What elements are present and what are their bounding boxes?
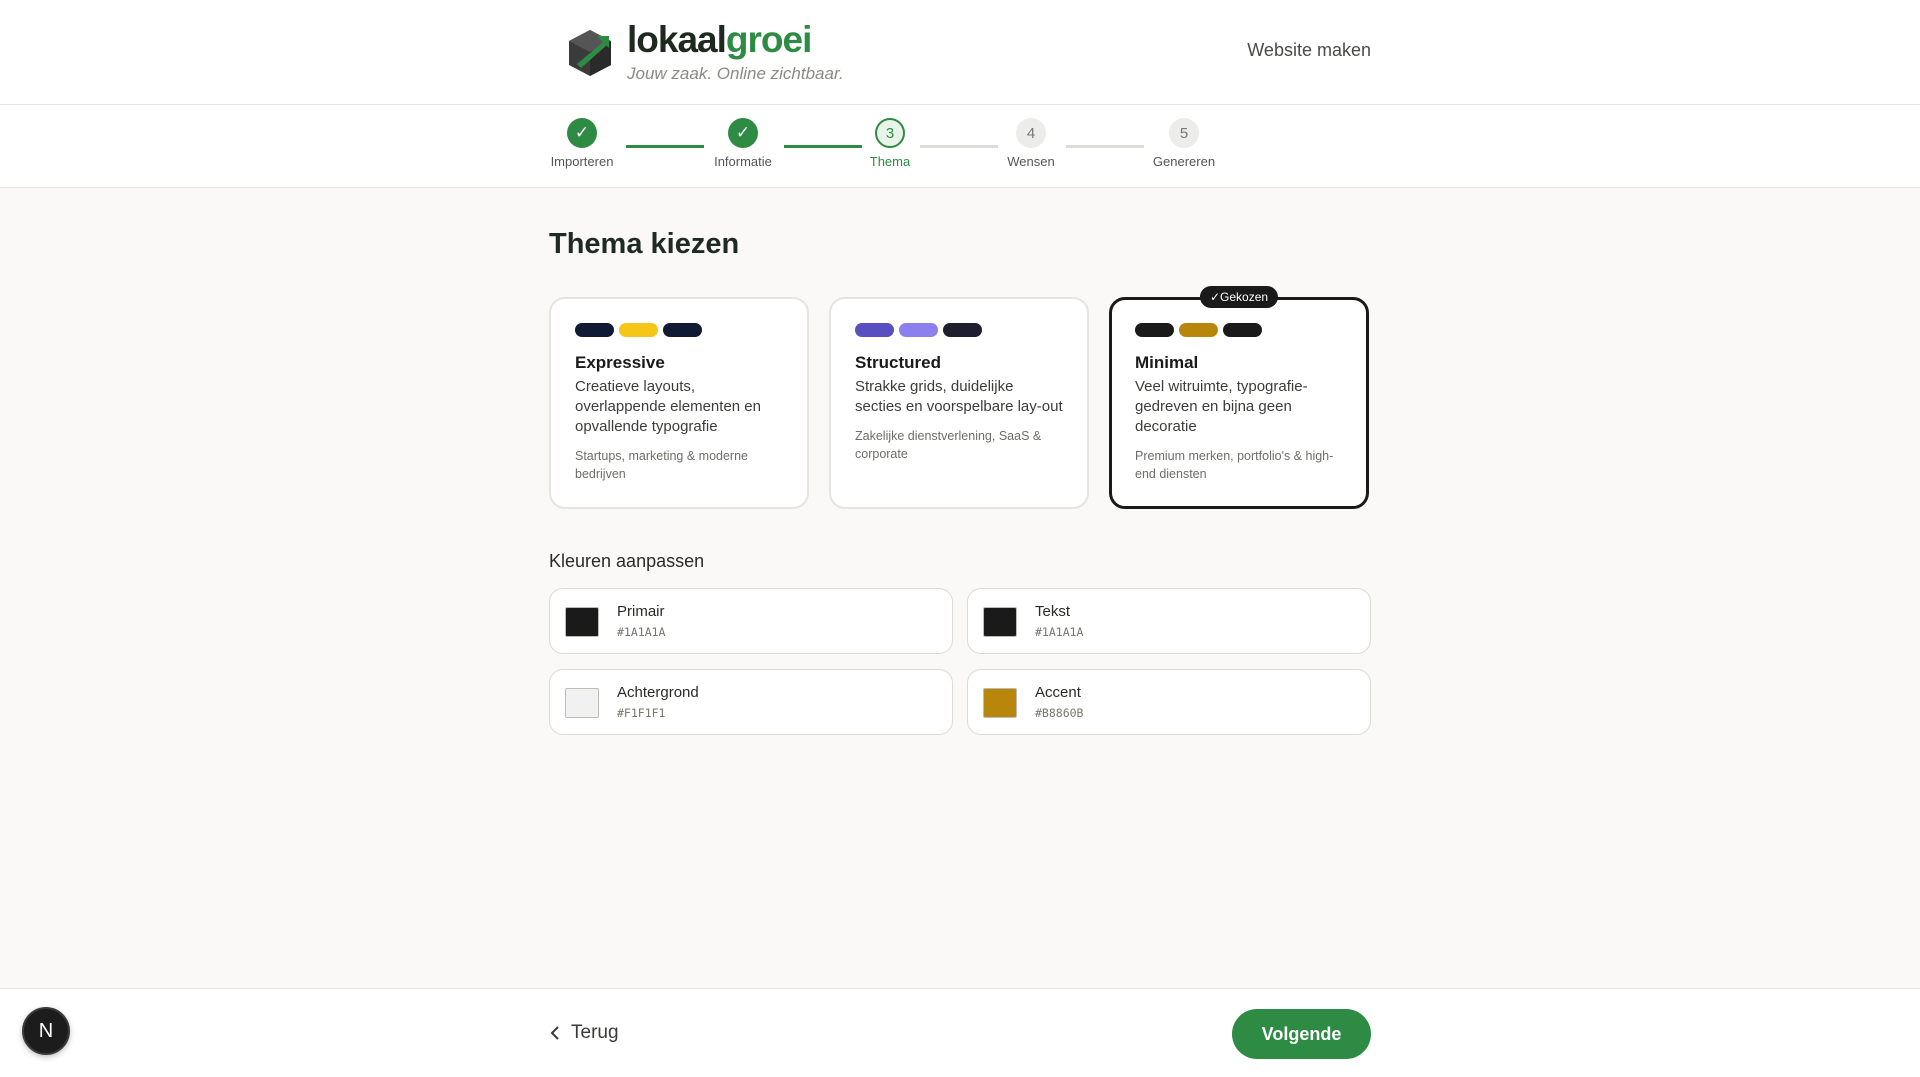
theme-name: Structured <box>855 353 941 372</box>
tagline: Jouw zaak. Online zichtbaar. <box>627 64 844 83</box>
color-swatch[interactable] <box>565 607 599 637</box>
color-swatches <box>855 323 1063 337</box>
step-importeren[interactable]: ✓ Importeren <box>522 118 642 169</box>
color-value: #1A1A1A <box>1035 625 1084 639</box>
swatch-pill <box>943 323 982 337</box>
theme-description: Creatieve layouts, overlappende elemente… <box>575 378 761 435</box>
theme-card-structured[interactable]: Structured Strakke grids, duidelijke sec… <box>829 297 1089 509</box>
website-maken-link[interactable]: Website maken <box>1247 40 1371 61</box>
swatch-pill <box>855 323 894 337</box>
color-swatch[interactable] <box>565 688 599 718</box>
color-swatch[interactable] <box>983 688 1017 718</box>
theme-card-expressive[interactable]: Expressive Creatieve layouts, overlappen… <box>549 297 809 509</box>
color-value: #1A1A1A <box>617 625 666 639</box>
check-icon: ✓ <box>728 118 758 148</box>
color-value: #B8860B <box>1035 706 1084 720</box>
step-wensen[interactable]: 4 Wensen <box>971 118 1091 169</box>
theme-description: Veel witruimte, typografie-gedreven en b… <box>1135 378 1308 435</box>
color-label: Tekst <box>1035 603 1071 620</box>
color-label: Primair <box>617 603 665 620</box>
theme-description: Strakke grids, duidelijke secties en voo… <box>855 378 1063 415</box>
step-informatie[interactable]: ✓ Informatie <box>683 118 803 169</box>
color-field-tekst[interactable]: Tekst #1A1A1A <box>967 588 1371 654</box>
check-icon: ✓ <box>567 118 597 148</box>
selected-badge: ✓Gekozen <box>1199 286 1279 308</box>
color-label: Achtergrond <box>617 684 699 701</box>
color-swatch[interactable] <box>983 607 1017 637</box>
n-badge[interactable]: N <box>22 1007 70 1055</box>
logo[interactable]: lokaalgroei Jouw zaak. Online zichtbaar. <box>567 20 844 84</box>
cube-logo-icon <box>569 30 611 76</box>
swatch-pill <box>619 323 658 337</box>
theme-use-case: Zakelijke dienstverlening, SaaS & corpor… <box>855 429 1042 461</box>
color-value: #F1F1F1 <box>617 706 666 720</box>
step-number: 5 <box>1169 118 1199 148</box>
step-label: Informatie <box>714 154 772 169</box>
color-field-accent[interactable]: Accent #B8860B <box>967 669 1371 735</box>
chevron-left-icon <box>550 1026 559 1040</box>
color-swatches <box>575 323 783 337</box>
footer-bar <box>0 988 1920 1077</box>
back-button[interactable]: Terug <box>549 1018 619 1048</box>
back-label: Terug <box>571 1022 619 1043</box>
header: lokaalgroei Jouw zaak. Online zichtbaar.… <box>0 0 1920 105</box>
page-title: Thema kiezen <box>549 228 740 260</box>
theme-use-case: Startups, marketing & moderne bedrijven <box>575 449 748 481</box>
swatch-pill <box>899 323 938 337</box>
step-number: 3 <box>875 118 905 148</box>
step-label: Importeren <box>550 154 614 169</box>
theme-card-minimal[interactable]: ✓Gekozen Minimal Veel witruimte, typogra… <box>1109 286 1369 509</box>
colors-heading: Kleuren aanpassen <box>549 551 705 571</box>
color-label: Accent <box>1035 684 1081 701</box>
step-label: Genereren <box>1152 154 1216 169</box>
color-field-achtergrond[interactable]: Achtergrond #F1F1F1 <box>549 669 953 735</box>
theme-name: Minimal <box>1135 353 1199 372</box>
swatch-pill <box>1179 323 1218 337</box>
theme-use-case: Premium merken, portfolio's & high-end d… <box>1135 449 1334 481</box>
step-number: 4 <box>1016 118 1046 148</box>
color-swatches <box>1135 323 1343 337</box>
swatch-pill <box>1135 323 1174 337</box>
step-genereren[interactable]: 5 Genereren <box>1124 118 1244 169</box>
brand-name: lokaalgroei <box>627 19 812 60</box>
step-thema[interactable]: 3 Thema <box>830 118 950 169</box>
progress-stepper: ✓ Importeren ✓ Informatie 3 Thema 4 Wens… <box>0 105 1920 188</box>
swatch-pill <box>663 323 702 337</box>
step-label: Wensen <box>1007 154 1055 169</box>
swatch-pill <box>575 323 614 337</box>
theme-name: Expressive <box>575 353 665 372</box>
color-field-primair[interactable]: Primair #1A1A1A <box>549 588 953 654</box>
step-label: Thema <box>869 154 911 169</box>
next-button[interactable]: Volgende <box>1232 1009 1371 1059</box>
swatch-pill <box>1223 323 1262 337</box>
